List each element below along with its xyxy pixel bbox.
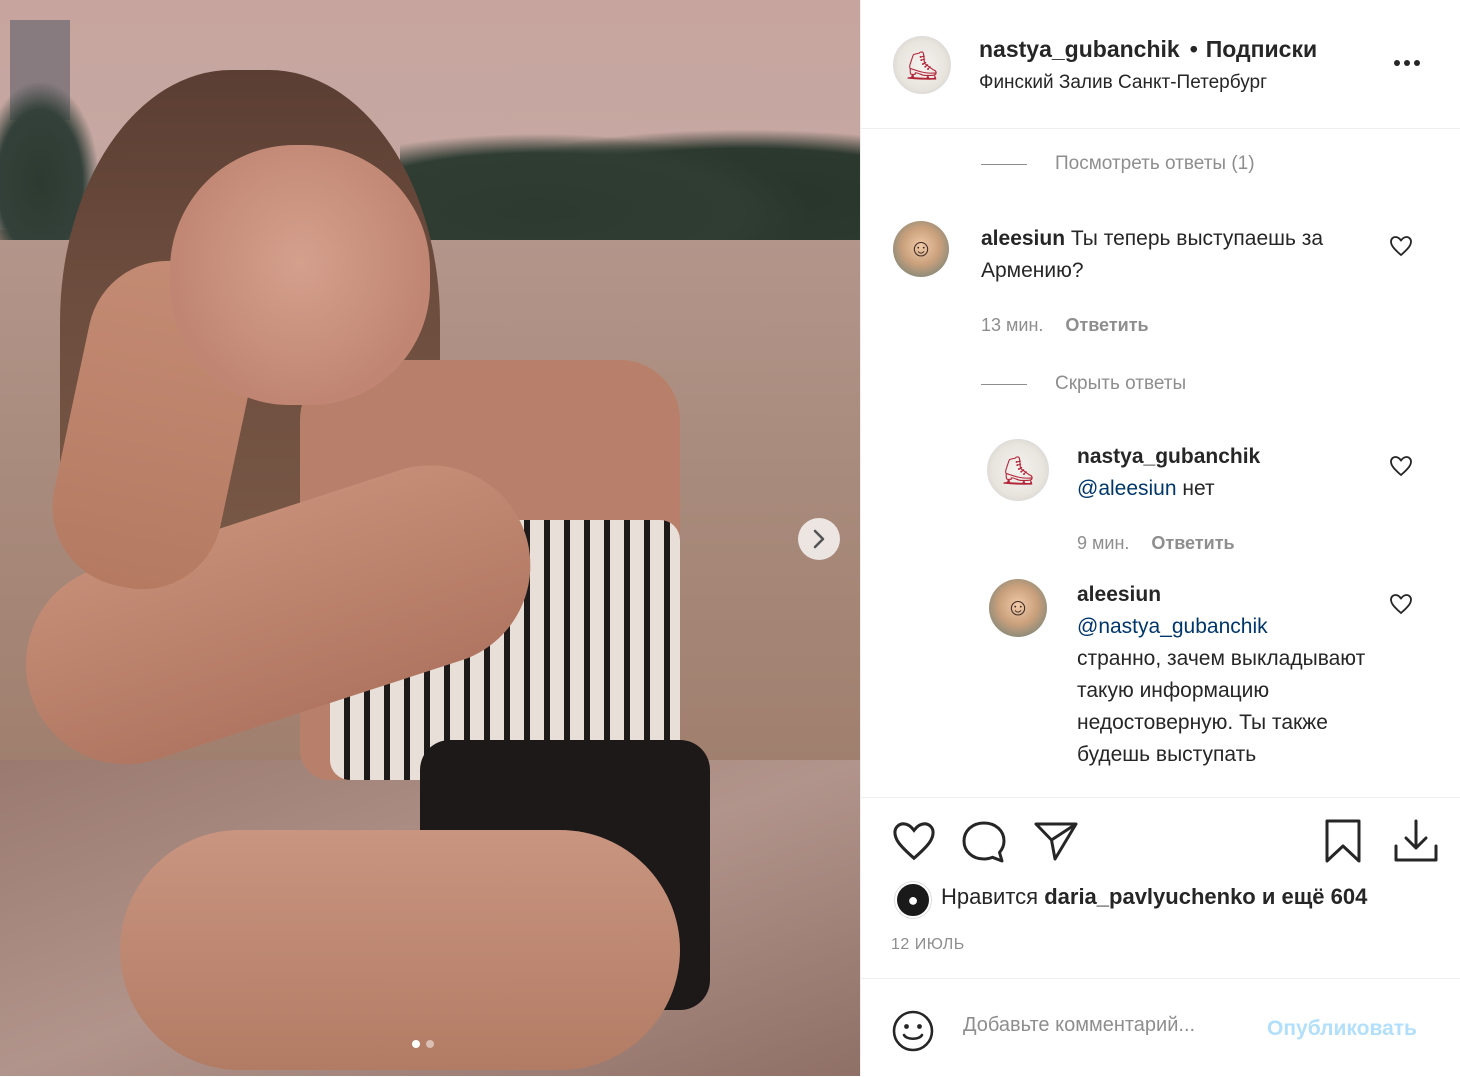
comment-text: aleesiun Ты теперь выступаешь за Армению… — [981, 223, 1361, 287]
emoji-button[interactable] — [891, 1009, 935, 1058]
add-comment-bar: Опубликовать — [861, 978, 1460, 1077]
carousel-next-button[interactable] — [798, 518, 840, 560]
download-icon — [1394, 819, 1438, 862]
reply-mention[interactable]: @nastya_gubanchik — [1077, 615, 1268, 638]
share-button[interactable] — [1033, 820, 1079, 867]
post-date[interactable]: 12 ИЮЛЬ — [891, 936, 965, 954]
post-header: ⛸ nastya_gubanchik • Подписки Финский Зали… — [861, 0, 1460, 129]
publish-button[interactable]: Опубликовать — [1267, 1017, 1417, 1041]
reply-username[interactable]: nastya_gubanchik — [1077, 445, 1260, 468]
reply-text: aleesiun @nastya_gubanchik странно, заче… — [1077, 579, 1367, 771]
cartoon-face-icon: ☺ — [1005, 594, 1031, 621]
reply-body: нет — [1182, 477, 1215, 500]
person-icon: ● — [907, 889, 919, 910]
reply-text: nastya_gubanchik @aleesiun нет — [1077, 441, 1367, 505]
follow-button[interactable]: Подписки — [1206, 36, 1317, 62]
post-panel: ⛸ nastya_gubanchik • Подписки Финский Зали… — [860, 0, 1460, 1076]
likes-summary: Нравится daria_pavlyuchenko и ещё 604 — [941, 884, 1367, 910]
reply-body: странно, зачем выкладывают такую информа… — [1077, 647, 1366, 766]
view-replies-label: Посмотреть ответы (1) — [1055, 153, 1255, 174]
header-user-row: nastya_gubanchik • Подписки — [979, 36, 1317, 63]
photo-face — [170, 145, 430, 405]
reply-time: 9 мин. — [1077, 533, 1130, 553]
comment-bubble-icon — [962, 821, 1006, 863]
hide-replies-label: Скрыть ответы — [1055, 373, 1187, 394]
cartoon-face-icon: ☺ — [908, 235, 934, 262]
comment-meta: 13 мин. Ответить — [981, 315, 1149, 336]
comment-time: 13 мин. — [981, 315, 1044, 335]
comments-list[interactable]: Посмотреть ответы (1) ☺ aleesiun Ты тепе… — [861, 129, 1460, 789]
author-avatar[interactable]: ⛸ — [893, 36, 951, 94]
comment-like-button[interactable] — [1389, 235, 1413, 263]
commenter-avatar[interactable]: ☺ — [893, 221, 949, 277]
author-username[interactable]: nastya_gubanchik — [979, 36, 1180, 62]
post-location[interactable]: Финский Залив Санкт-Петербург — [979, 72, 1267, 94]
replies-divider-line — [981, 383, 1027, 385]
header-dot: • — [1189, 36, 1198, 62]
likes-count[interactable]: и ещё 604 — [1262, 884, 1368, 909]
hide-replies-button[interactable]: Скрыть ответы — [981, 373, 1186, 395]
paper-plane-icon — [1034, 822, 1078, 861]
reply-meta: 9 мин. Ответить — [1077, 533, 1235, 554]
photo-leg-lower — [120, 830, 680, 1070]
reply-like-button[interactable] — [1389, 455, 1413, 483]
post-photo[interactable] — [0, 0, 860, 1076]
comment-input[interactable] — [961, 1013, 1265, 1038]
reply-like-button[interactable] — [1389, 593, 1413, 621]
likes-user[interactable]: daria_pavlyuchenko — [1044, 884, 1256, 909]
more-options-button[interactable] — [1393, 48, 1421, 68]
carousel-dots — [412, 1040, 434, 1048]
ellipsis-icon — [1394, 60, 1420, 66]
photo-trees — [400, 120, 860, 250]
download-button[interactable] — [1393, 818, 1439, 869]
like-button[interactable] — [891, 820, 937, 867]
comment-username[interactable]: aleesiun — [981, 227, 1065, 250]
smiley-icon — [892, 1010, 934, 1052]
reply-avatar[interactable]: ⛸ — [987, 439, 1049, 501]
skater-icon: ⛸ — [1000, 454, 1036, 486]
heart-outline-icon — [1390, 594, 1412, 615]
comment-button[interactable] — [961, 820, 1007, 869]
reply-reply-button[interactable]: Ответить — [1151, 533, 1234, 554]
view-replies-button[interactable]: Посмотреть ответы (1) — [981, 153, 1255, 175]
chevron-right-icon — [813, 529, 825, 549]
likes-prefix: Нравится — [941, 884, 1039, 909]
save-button[interactable] — [1323, 818, 1363, 869]
heart-outline-icon — [1390, 236, 1412, 257]
heart-outline-icon — [1390, 456, 1412, 477]
reply-mention[interactable]: @aleesiun — [1077, 477, 1177, 500]
liker-avatar[interactable]: ● — [895, 882, 931, 918]
heart-outline-icon — [893, 822, 935, 861]
comment-reply-button[interactable]: Ответить — [1065, 315, 1148, 336]
carousel-dot — [426, 1040, 434, 1048]
carousel-dot-active — [412, 1040, 420, 1048]
reply-avatar[interactable]: ☺ — [989, 579, 1047, 637]
bookmark-icon — [1325, 819, 1361, 863]
reply-username[interactable]: aleesiun — [1077, 583, 1161, 606]
replies-divider-line — [981, 163, 1027, 165]
skater-icon: ⛸ — [904, 49, 940, 81]
